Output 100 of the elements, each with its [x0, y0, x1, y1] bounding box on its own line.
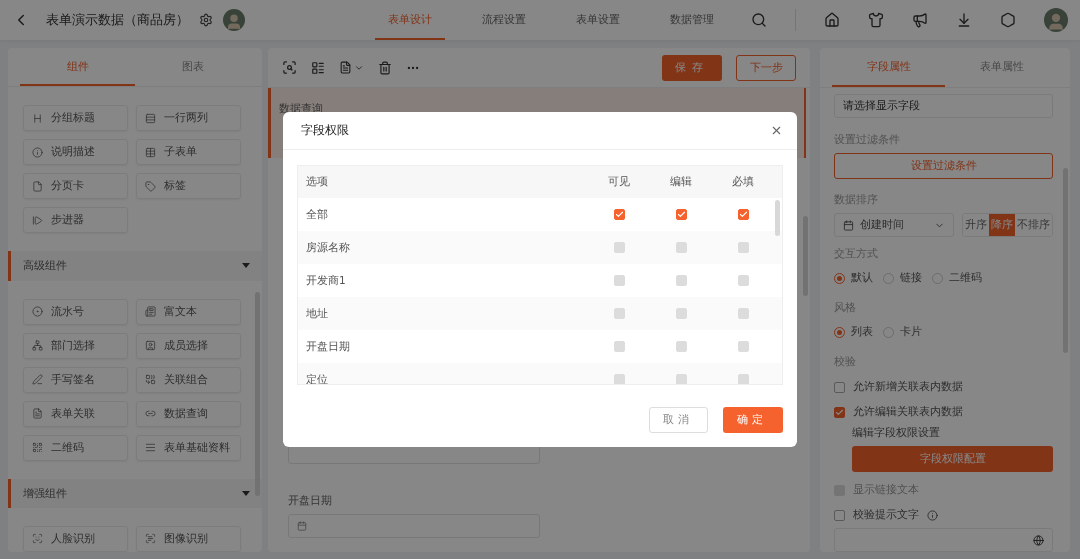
component-button[interactable]: 流水号: [23, 298, 128, 325]
link-icon: [145, 408, 156, 419]
table-cell-text: 房源名称: [305, 240, 351, 255]
sort-order-option[interactable]: 降序: [989, 214, 1015, 236]
field-label: 开盘日期: [288, 494, 333, 508]
component-button[interactable]: 子表单: [136, 139, 241, 165]
table-cell-text: 开发商1: [305, 273, 347, 288]
layout-icon[interactable]: [311, 60, 325, 75]
column-header: 可见: [607, 175, 631, 189]
nav-tab[interactable]: 流程设置: [469, 0, 539, 40]
globe-icon: [1033, 534, 1044, 546]
input-field[interactable]: [834, 528, 1053, 552]
checkbox-label: 允许新增关联表内数据: [853, 380, 963, 394]
save-button[interactable]: 保存: [662, 54, 722, 81]
user-square-icon: [145, 340, 156, 351]
section-header[interactable]: 增强组件: [8, 478, 262, 508]
rows-icon: [145, 112, 156, 124]
component-button[interactable]: 分组标题: [23, 105, 128, 131]
preview-icon[interactable]: [282, 60, 297, 75]
checkbox-label: 允许编辑关联表内数据: [853, 405, 963, 419]
component-button[interactable]: 成员选择: [136, 332, 241, 359]
shirt-icon[interactable]: [868, 12, 884, 28]
combine-icon: [145, 374, 156, 385]
column-header: 选项: [305, 175, 329, 189]
avatar: [223, 9, 245, 31]
checkbox[interactable]: [737, 209, 749, 220]
component-button[interactable]: 表单关联: [23, 400, 128, 427]
component-button[interactable]: 人脸识别: [23, 526, 128, 552]
checkbox[interactable]: [834, 406, 845, 418]
date-field[interactable]: [288, 514, 540, 538]
column-header: 必填: [731, 175, 755, 189]
component-button[interactable]: 标签: [136, 173, 241, 199]
scrollbar: [775, 200, 780, 236]
text-scan-icon: [145, 533, 156, 545]
component-button[interactable]: 数据查询: [136, 400, 241, 427]
checkbox[interactable]: [834, 509, 845, 521]
component-button[interactable]: 一行两列: [136, 105, 241, 131]
component-button[interactable]: 图像识别: [136, 526, 241, 552]
face-scan-icon: [32, 533, 43, 545]
confirm-button[interactable]: 确定: [723, 407, 783, 433]
component-button[interactable]: 说明描述: [23, 139, 128, 165]
panel-tab[interactable]: 字段属性: [832, 48, 945, 87]
field-permission-button[interactable]: 字段权限配置: [852, 446, 1053, 472]
panel-tab[interactable]: 组件: [20, 48, 135, 87]
download-icon[interactable]: [956, 12, 972, 28]
checkbox[interactable]: [613, 209, 625, 220]
pen-icon: [32, 374, 43, 385]
radio-label: 卡片: [900, 325, 922, 339]
cancel-button[interactable]: 取消: [649, 407, 708, 433]
sort-field-select[interactable]: 创建时间: [834, 213, 954, 237]
trash-icon[interactable]: [378, 60, 392, 75]
radio-label: 默认: [851, 271, 873, 285]
dialog-title: 字段权限: [301, 122, 349, 139]
component-button[interactable]: 表单基础资料: [136, 434, 241, 461]
network-icon: [32, 340, 43, 351]
component-button[interactable]: 关联组合: [136, 366, 241, 393]
calendar-icon: [843, 219, 854, 231]
avatar[interactable]: [1044, 8, 1068, 32]
table-cell-text: 地址: [305, 306, 329, 321]
document-icon[interactable]: [339, 61, 352, 74]
nav-tab[interactable]: 表单设置: [563, 0, 633, 40]
next-button[interactable]: 下一步: [736, 54, 796, 81]
lines-icon: [145, 442, 156, 453]
component-button[interactable]: 二维码: [23, 434, 128, 461]
info-icon: [32, 146, 43, 158]
section-header[interactable]: 高级组件: [8, 251, 262, 281]
document-icon: [32, 180, 43, 192]
panel-tab[interactable]: 图表: [135, 48, 250, 87]
component-button[interactable]: 步进器: [23, 207, 128, 233]
checkbox-label: 校验提示文字: [853, 508, 919, 522]
display-field-select[interactable]: 请选择显示字段: [834, 94, 1053, 118]
radio-label: 列表: [851, 325, 873, 339]
search-icon[interactable]: [751, 12, 767, 28]
megaphone-icon[interactable]: [912, 12, 928, 28]
nav-tab[interactable]: 表单设计: [375, 0, 445, 40]
component-button[interactable]: 手写签名: [23, 366, 128, 393]
step-icon: [32, 214, 43, 226]
component-button[interactable]: 分页卡: [23, 173, 128, 199]
newspaper-icon: [145, 306, 156, 317]
table-icon: [145, 146, 156, 158]
settings-icon[interactable]: [199, 13, 213, 27]
component-button[interactable]: 富文本: [136, 298, 241, 325]
circle-icon: [32, 306, 43, 317]
component-button[interactable]: 部门选择: [23, 332, 128, 359]
close-icon[interactable]: [770, 124, 783, 137]
document-icon: [32, 408, 43, 419]
calendar-icon: [297, 521, 307, 531]
heading-icon: [32, 112, 43, 124]
hexagon-icon[interactable]: [1000, 12, 1016, 28]
table-cell-text: 全部: [305, 207, 329, 222]
sub-label: 编辑字段权限设置: [852, 426, 941, 440]
checkbox[interactable]: [834, 381, 845, 393]
home-icon[interactable]: [824, 12, 840, 28]
form-title: 表单演示数据（商品房）: [46, 11, 189, 29]
nav-tab[interactable]: 数据管理: [657, 0, 727, 40]
filter-button[interactable]: 设置过滤条件: [834, 153, 1053, 179]
qr-code-icon: [32, 442, 43, 453]
table-cell-text: 定位: [305, 372, 329, 384]
checkbox[interactable]: [675, 209, 687, 220]
radio-label: 二维码: [949, 271, 982, 285]
